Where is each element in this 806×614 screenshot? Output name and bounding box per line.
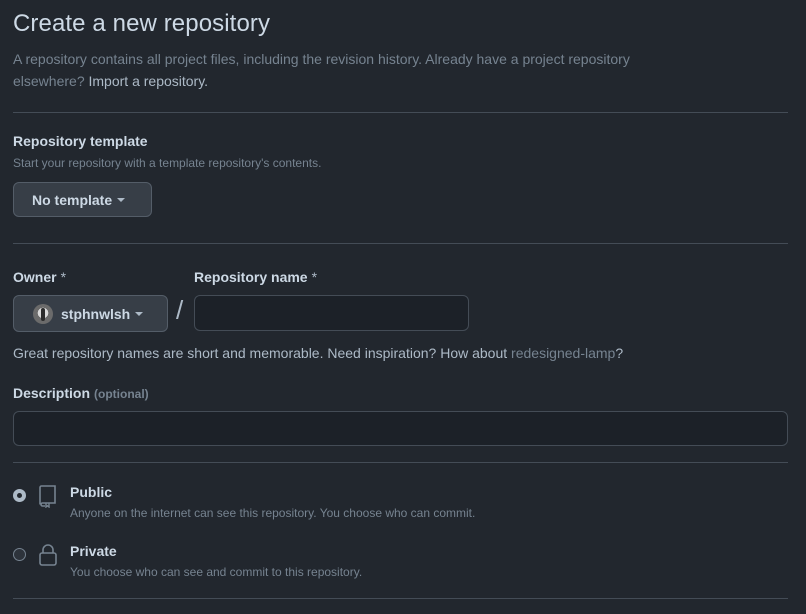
subtitle-prefix: elsewhere?: [13, 73, 85, 89]
repository-name-label-text: Repository name: [194, 269, 308, 285]
divider: [13, 462, 788, 463]
owner-label-text: Owner: [13, 269, 57, 285]
required-mark: *: [311, 269, 318, 285]
public-radio[interactable]: [13, 489, 26, 502]
owner-name: stphnwlsh: [61, 305, 131, 322]
private-title: Private: [70, 543, 117, 559]
private-radio[interactable]: [13, 548, 26, 561]
page-subtitle: A repository contains all project files,…: [13, 48, 773, 92]
private-option-text: Private You choose who can see and commi…: [70, 542, 362, 579]
subtitle-line-1: A repository contains all project files,…: [13, 51, 630, 67]
repo-icon: [39, 485, 56, 508]
chevron-down-icon: [117, 197, 126, 202]
required-mark: *: [60, 269, 67, 285]
lock-icon: [39, 544, 57, 566]
template-label: Repository template: [13, 133, 148, 149]
private-description: You choose who can see and commit to thi…: [70, 565, 363, 579]
name-suggestion[interactable]: redesigned-lamp: [511, 345, 615, 361]
repository-name-label: Repository name *: [194, 269, 317, 285]
repository-name-hint: Great repository names are short and mem…: [13, 345, 623, 361]
template-dropdown-button[interactable]: No template: [13, 182, 152, 217]
template-hint: Start your repository with a template re…: [13, 156, 322, 170]
divider: [13, 598, 788, 599]
divider: [13, 112, 788, 113]
page-title: Create a new repository: [13, 10, 271, 37]
visibility-option-private[interactable]: Private You choose who can see and commi…: [13, 542, 362, 579]
owner-dropdown-button[interactable]: stphnwlsh: [13, 295, 168, 332]
import-repository-link[interactable]: Import a repository.: [89, 73, 209, 89]
visibility-option-public[interactable]: Public Anyone on the internet can see th…: [13, 483, 475, 520]
description-label: Description (optional): [13, 385, 149, 401]
divider: [13, 243, 788, 244]
name-hint-text: Great repository names are short and mem…: [13, 345, 508, 361]
create-repo-page: Create a new repository A repository con…: [0, 0, 806, 614]
chevron-down-icon: [135, 311, 144, 316]
public-description: Anyone on the internet can see this repo…: [70, 506, 476, 520]
name-hint-suffix: ?: [615, 345, 624, 361]
subtitle-line-2: elsewhere? Import a repository.: [13, 70, 773, 92]
public-option-text: Public Anyone on the internet can see th…: [70, 483, 475, 520]
description-input[interactable]: [13, 411, 788, 446]
repository-name-input[interactable]: [194, 295, 469, 331]
owner-label: Owner *: [13, 269, 66, 285]
optional-tag: (optional): [94, 387, 149, 401]
public-title: Public: [70, 484, 113, 500]
owner-repo-separator: /: [176, 295, 184, 325]
avatar: [33, 303, 53, 324]
template-dropdown-label: No template: [32, 191, 113, 208]
description-label-text: Description: [13, 385, 91, 401]
